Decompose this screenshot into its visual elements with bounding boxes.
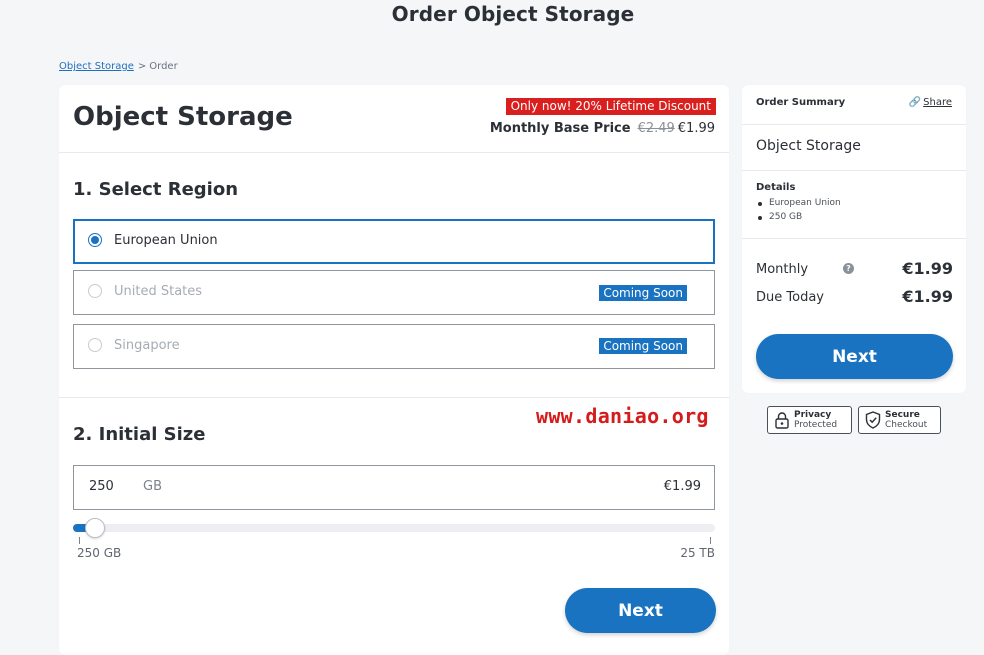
monthly-label: Monthly <box>756 262 809 277</box>
header-divider <box>59 152 729 153</box>
order-summary-heading: Order Summary <box>756 97 846 108</box>
summary-divider <box>742 238 966 239</box>
order-form-card: Object Storage Only now! 20% Lifetime Di… <box>59 85 729 655</box>
section-divider <box>59 397 729 398</box>
link-icon: 🔗 <box>908 97 922 108</box>
region-label: Singapore <box>114 338 180 353</box>
summary-divider <box>742 124 966 125</box>
slider-max-tick <box>710 537 711 544</box>
old-price: €2.49 <box>637 121 675 136</box>
watermark: www.daniao.org <box>536 404 709 428</box>
product-title: Object Storage <box>73 102 293 132</box>
privacy-line2: Protected <box>794 420 838 430</box>
next-button[interactable]: Next <box>565 588 716 633</box>
region-heading: 1. Select Region <box>73 179 239 200</box>
share-link[interactable]: 🔗 Share <box>909 97 952 108</box>
slider-max-label: 25 TB <box>680 546 715 560</box>
summary-product: Object Storage <box>756 138 861 154</box>
size-price: €1.99 <box>663 479 701 494</box>
details-list: European Union 250 GB <box>756 196 841 224</box>
breadcrumb-link-object-storage[interactable]: Object Storage <box>59 61 134 72</box>
due-today-label: Due Today <box>756 290 824 305</box>
size-value[interactable]: 250 <box>89 479 114 494</box>
region-label: European Union <box>114 233 218 248</box>
page-title: Order Object Storage <box>391 2 635 26</box>
secure-line1: Secure <box>885 410 920 420</box>
due-today-price: €1.99 <box>902 287 953 306</box>
summary-divider <box>742 170 966 171</box>
coming-soon-badge: Coming Soon <box>599 285 687 301</box>
size-heading: 2. Initial Size <box>73 424 206 445</box>
order-summary-card: Order Summary 🔗 Share Object Storage Deta… <box>742 85 966 393</box>
base-price: Monthly Base Price €2.49 €1.99 <box>490 121 715 136</box>
details-item: 250 GB <box>756 210 841 224</box>
monthly-price: €1.99 <box>902 259 953 278</box>
privacy-line1: Privacy <box>794 410 832 420</box>
privacy-protected-badge: Privacy Protected <box>767 406 852 434</box>
radio-unselected[interactable] <box>88 338 102 352</box>
shield-check-icon <box>865 411 881 432</box>
breadcrumb-separator: > <box>137 61 147 72</box>
size-unit: GB <box>143 479 162 494</box>
new-price: €1.99 <box>677 121 715 136</box>
region-option-united-states[interactable]: United States Coming Soon <box>73 270 715 315</box>
region-label: United States <box>114 284 203 299</box>
size-slider[interactable] <box>73 518 715 538</box>
slider-min-tick <box>79 537 80 544</box>
secure-checkout-badge: Secure Checkout <box>858 406 941 434</box>
share-label: Share <box>923 97 952 108</box>
discount-badge: Only now! 20% Lifetime Discount <box>505 98 716 115</box>
base-price-label: Monthly Base Price <box>489 121 631 136</box>
radio-unselected[interactable] <box>88 284 102 298</box>
details-item: European Union <box>756 196 841 210</box>
help-icon[interactable]: ? <box>843 263 854 274</box>
slider-min-label: 250 GB <box>77 546 122 560</box>
radio-selected[interactable] <box>88 233 102 247</box>
lock-icon <box>774 411 790 432</box>
breadcrumb-current: Order <box>149 61 178 72</box>
breadcrumb: Object Storage > Order <box>59 61 178 72</box>
slider-thumb[interactable] <box>85 518 106 538</box>
region-option-singapore[interactable]: Singapore Coming Soon <box>73 324 715 369</box>
region-option-european-union[interactable]: European Union <box>73 219 715 264</box>
secure-line2: Checkout <box>885 420 928 430</box>
summary-next-button[interactable]: Next <box>756 334 953 379</box>
details-label: Details <box>756 182 796 193</box>
coming-soon-badge: Coming Soon <box>599 338 687 354</box>
size-input[interactable]: 250 GB €1.99 <box>73 465 715 510</box>
